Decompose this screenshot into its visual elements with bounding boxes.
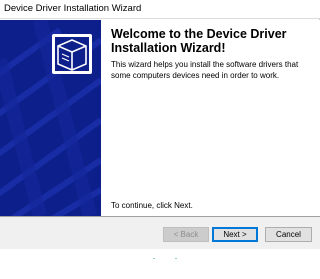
- window-title: Device Driver Installation Wizard: [4, 3, 142, 14]
- wizard-content: Welcome to the Device Driver Installatio…: [101, 20, 320, 216]
- page-title: Welcome to the Device Driver Installatio…: [111, 27, 287, 55]
- button-bar: < Back Next > Cancel: [0, 216, 320, 249]
- back-button[interactable]: < Back: [163, 227, 209, 242]
- banner-graphic: [0, 20, 101, 216]
- background-area: [0, 249, 320, 279]
- wizard-window: Device Driver Installation Wizard Welcom…: [0, 0, 320, 249]
- description-text: This wizard helps you install the softwa…: [111, 60, 299, 80]
- install-box-icon: [52, 34, 92, 74]
- decorative-dot: [153, 258, 155, 259]
- next-button[interactable]: Next >: [212, 227, 258, 242]
- cancel-button[interactable]: Cancel: [265, 227, 312, 242]
- decorative-dot: [175, 258, 177, 259]
- title-bar[interactable]: Device Driver Installation Wizard: [0, 0, 320, 19]
- continue-instruction: To continue, click Next.: [111, 201, 193, 210]
- wizard-banner: [0, 20, 101, 216]
